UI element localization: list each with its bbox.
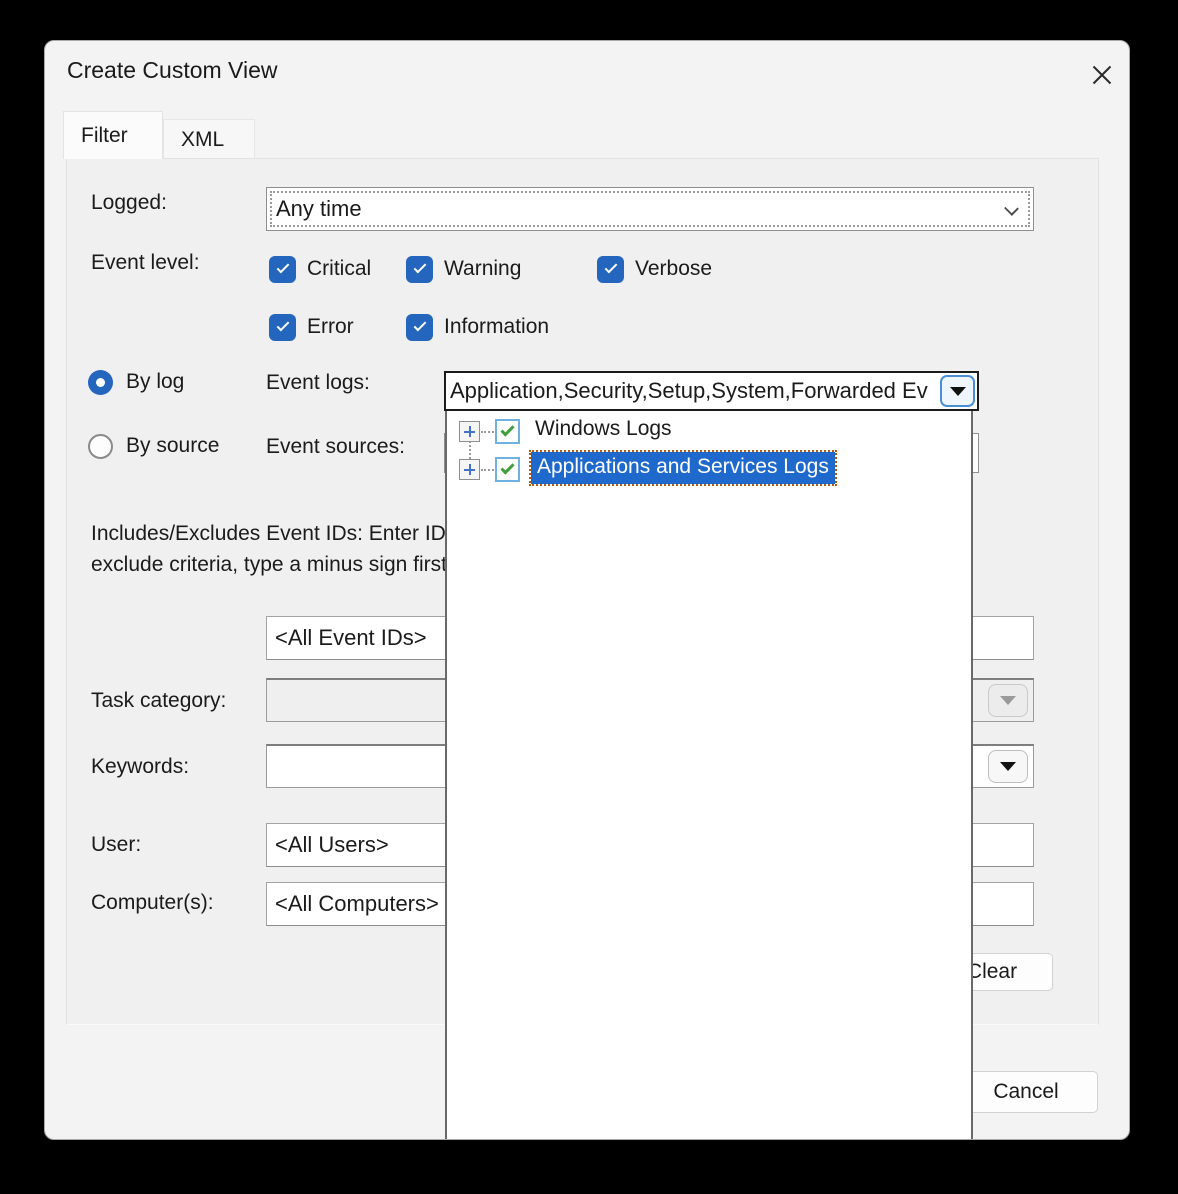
tree-item-applications-services-logs[interactable]: Applications and Services Logs [447, 449, 971, 485]
radio-selected-icon [88, 370, 113, 395]
cancel-button[interactable]: Cancel [954, 1071, 1098, 1113]
checkbox-label: Critical [307, 257, 371, 281]
screen-background: Create Custom View Filter XML Logged: An… [0, 0, 1178, 1194]
logged-value: Any time [276, 188, 362, 230]
event-logs-dropdown-button[interactable] [940, 375, 975, 407]
checked-checkbox-icon [406, 256, 433, 283]
user-value: <All Users> [275, 824, 389, 866]
event-logs-label: Event logs: [266, 371, 370, 395]
focus-rect [270, 191, 1030, 227]
event-ids-value: <All Event IDs> [275, 617, 427, 659]
close-icon [1089, 62, 1115, 88]
keywords-label: Keywords: [91, 755, 189, 779]
radio-by-log[interactable]: By log [88, 367, 184, 397]
radio-unselected-icon [88, 434, 113, 459]
tree-item-label[interactable]: Windows Logs [535, 417, 672, 441]
create-custom-view-dialog: Create Custom View Filter XML Logged: An… [44, 40, 1130, 1140]
event-logs-value: Application,Security,Setup,System,Forwar… [450, 373, 928, 409]
expand-plus-button[interactable] [459, 421, 480, 442]
checkbox-warning[interactable]: Warning [406, 254, 521, 284]
green-check-icon [500, 422, 514, 436]
checkbox-label: Information [444, 315, 549, 339]
keywords-dropdown-button[interactable] [988, 750, 1028, 783]
checked-checkbox-icon [269, 314, 296, 341]
checked-checkbox-icon [406, 314, 433, 341]
computers-value: <All Computers> [275, 883, 439, 925]
logged-label: Logged: [91, 191, 167, 215]
event-level-label: Event level: [91, 251, 200, 275]
logged-combobox[interactable]: Any time [266, 187, 1034, 231]
checkbox-error[interactable]: Error [269, 312, 354, 342]
tree-item-windows-logs[interactable]: Windows Logs [447, 413, 971, 449]
tree-item-label-selected[interactable]: Applications and Services Logs [531, 452, 835, 484]
checked-checkbox-icon [269, 256, 296, 283]
checkbox-information[interactable]: Information [406, 312, 549, 342]
checkbox-label: Warning [444, 257, 521, 281]
task-category-dropdown-button [988, 684, 1028, 717]
task-category-label: Task category: [91, 689, 226, 713]
checkbox-verbose[interactable]: Verbose [597, 254, 712, 284]
tree-checkbox-checked[interactable] [495, 457, 520, 482]
tab-xml[interactable]: XML [163, 119, 255, 160]
event-sources-label: Event sources: [266, 435, 405, 459]
triangle-down-icon [1000, 762, 1016, 771]
checkbox-label: Verbose [635, 257, 712, 281]
triangle-down-icon [950, 387, 966, 396]
radio-label: By source [126, 434, 219, 458]
tree-connector [481, 431, 494, 433]
checkbox-critical[interactable]: Critical [269, 254, 371, 284]
expand-plus-button[interactable] [459, 459, 480, 480]
triangle-down-icon [1000, 696, 1016, 705]
checkbox-label: Error [307, 315, 354, 339]
event-logs-combobox[interactable]: Application,Security,Setup,System,Forwar… [444, 371, 979, 411]
tree-connector [481, 469, 494, 471]
tree-checkbox-checked[interactable] [495, 419, 520, 444]
plus-icon [464, 464, 475, 475]
green-check-icon [500, 460, 514, 474]
radio-label: By log [126, 370, 184, 394]
checked-checkbox-icon [597, 256, 624, 283]
plus-icon [464, 426, 475, 437]
user-label: User: [91, 833, 141, 857]
radio-by-source[interactable]: By source [88, 431, 219, 461]
close-button[interactable] [1071, 51, 1130, 99]
tab-filter[interactable]: Filter [63, 111, 163, 159]
computers-label: Computer(s): [91, 891, 214, 915]
event-logs-dropdown-panel: Windows Logs Applications and Services L… [445, 409, 973, 1140]
dialog-title: Create Custom View [67, 57, 278, 84]
